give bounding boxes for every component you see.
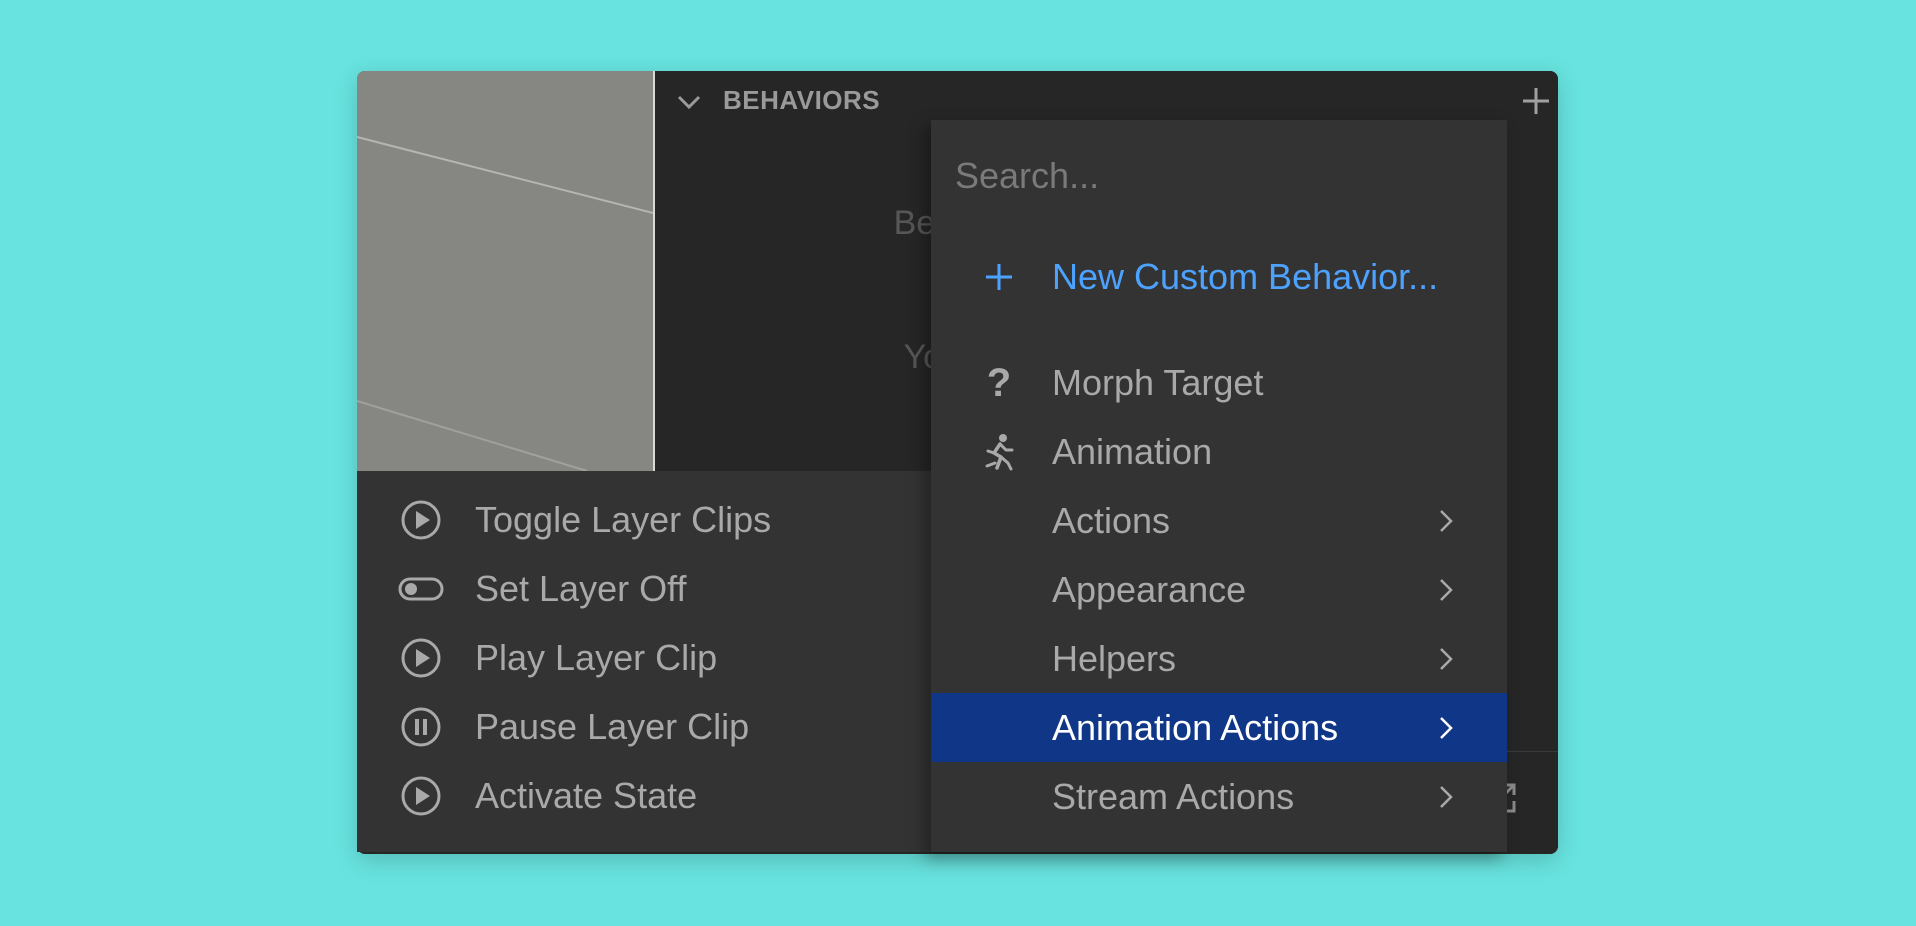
scene-viewport[interactable] [357, 71, 655, 471]
panel-title: BEHAVIORS [723, 85, 881, 115]
submenu-item-play-layer-clip[interactable]: Play Layer Clip [357, 623, 931, 692]
menu-item-label: Appearance [1052, 569, 1247, 610]
chevron-right-icon [1440, 510, 1453, 532]
chevron-right-icon [1440, 579, 1453, 601]
submenu-item-label: Play Layer Clip [475, 637, 718, 678]
chevron-down-icon[interactable] [675, 91, 703, 113]
pause-circle-icon [401, 707, 441, 747]
plus-icon [986, 264, 1012, 290]
add-behavior-icon[interactable] [1520, 85, 1552, 117]
submenu-item-set-layer-off[interactable]: Set Layer Off [357, 554, 931, 623]
menu-item-label: Stream Actions [1052, 776, 1295, 817]
menu-item-animation[interactable]: Animation [931, 417, 1507, 486]
submenu-item-activate-state[interactable]: Activate State [357, 761, 931, 830]
chevron-right-icon [1440, 717, 1453, 739]
new-custom-behavior-label: New Custom Behavior... [1052, 256, 1439, 297]
toggle-off-icon [398, 577, 444, 601]
menu-item-label: Animation [1052, 431, 1213, 472]
submenu-item-label: Set Layer Off [475, 568, 687, 609]
menu-item-label: Morph Target [1052, 362, 1264, 403]
play-circle-icon [401, 500, 441, 540]
menu-item-animation-actions[interactable]: Animation Actions [931, 693, 1507, 762]
submenu-item-label: Pause Layer Clip [475, 706, 750, 747]
chevron-right-icon [1440, 648, 1453, 670]
menu-item-morph-target[interactable]: ? Morph Target [931, 348, 1507, 417]
add-behavior-menu: New Custom Behavior... ? Morph Target An… [931, 120, 1507, 852]
menu-item-actions[interactable]: Actions [931, 486, 1507, 555]
chevron-right-icon [1440, 786, 1453, 808]
submenu-item-pause-layer-clip[interactable]: Pause Layer Clip [357, 692, 931, 761]
question-icon: ? [986, 361, 1012, 405]
play-circle-icon [401, 638, 441, 678]
submenu-item-label: Toggle Layer Clips [475, 499, 772, 540]
new-custom-behavior-item[interactable]: New Custom Behavior... [931, 242, 1507, 311]
menu-item-label: Helpers [1052, 638, 1177, 679]
menu-item-label: Actions [1052, 500, 1171, 541]
menu-item-label: Animation Actions [1052, 707, 1339, 748]
search-input[interactable] [953, 150, 1457, 202]
animation-actions-submenu: Toggle Layer Clips Set Layer Off Play La… [357, 471, 931, 852]
play-circle-icon [401, 776, 441, 816]
submenu-item-label: Activate State [475, 775, 698, 816]
menu-item-appearance[interactable]: Appearance [931, 555, 1507, 624]
menu-item-stream-actions[interactable]: Stream Actions [931, 762, 1507, 831]
menu-item-helpers[interactable]: Helpers [931, 624, 1507, 693]
running-person-icon [985, 434, 1014, 471]
viewport-lines [357, 136, 653, 471]
submenu-item-toggle-layer-clips[interactable]: Toggle Layer Clips [357, 485, 931, 554]
